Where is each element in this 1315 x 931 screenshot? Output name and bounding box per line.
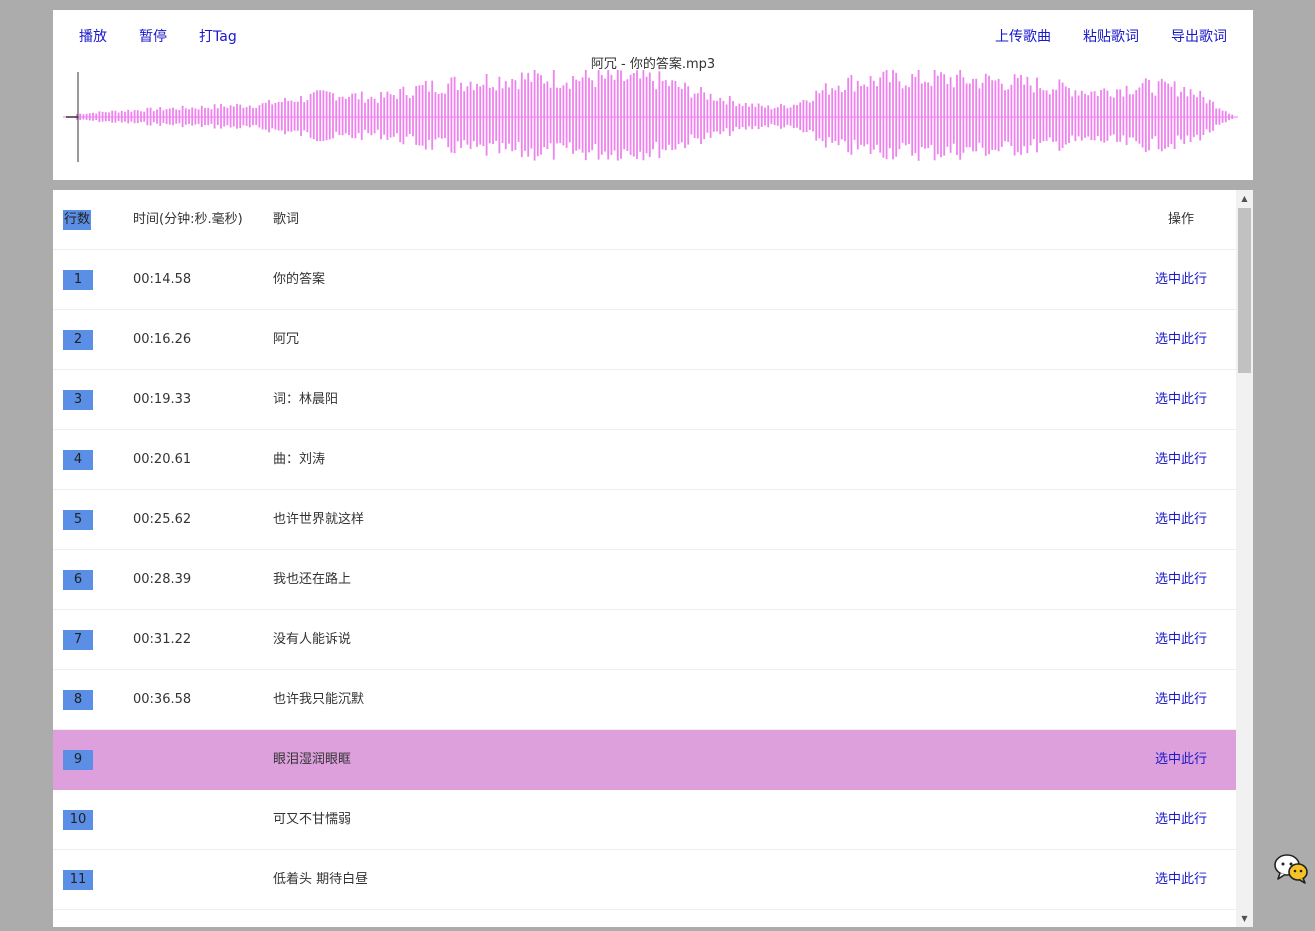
row-lyric: 也许我只能沉默	[273, 692, 365, 707]
row-number-badge: 11	[63, 869, 93, 890]
scroll-up-arrow-icon[interactable]: ▲	[1236, 190, 1253, 207]
scroll-down-arrow-icon[interactable]: ▼	[1236, 910, 1253, 927]
row-lyric: 阿冗	[273, 332, 300, 347]
row-number-badge: 6	[63, 569, 93, 590]
header-time: 时间(分钟:秒.毫秒)	[133, 212, 243, 227]
row-number-badge: 4	[63, 449, 93, 470]
select-row-button[interactable]: 选中此行	[1155, 392, 1207, 407]
row-time: 00:28.39	[133, 572, 192, 587]
row-lyric: 没有人能诉说	[273, 632, 352, 647]
row-time: 00:19.33	[133, 392, 192, 407]
waveform[interactable]	[63, 70, 1238, 165]
table-row[interactable]: 9 眼泪湿润眼眶 选中此行	[53, 730, 1236, 790]
table-row[interactable]: 7 00:31.22 没有人能诉说 选中此行	[53, 610, 1236, 670]
row-number-badge: 9	[63, 749, 93, 770]
table-row[interactable]: 4 00:20.61 曲：刘涛 选中此行	[53, 430, 1236, 490]
table-row[interactable]: 1 00:14.58 你的答案 选中此行	[53, 250, 1236, 310]
row-lyric: 我也还在路上	[273, 572, 352, 587]
row-time: 00:16.26	[133, 332, 192, 347]
select-row-button[interactable]: 选中此行	[1155, 512, 1207, 527]
export-lyrics-button[interactable]: 导出歌词	[1171, 26, 1227, 46]
table-row[interactable]: 2 00:16.26 阿冗 选中此行	[53, 310, 1236, 370]
tag-button[interactable]: 打Tag	[199, 26, 237, 46]
row-number-badge: 7	[63, 629, 93, 650]
scroll-thumb[interactable]	[1238, 208, 1251, 373]
row-number-badge: 5	[63, 509, 93, 530]
lyrics-panel: 行数 时间(分钟:秒.毫秒) 歌词 操作 1 00:14.58 你的答案 选中此行 2 0…	[53, 190, 1253, 927]
row-lyric: 可又不甘懦弱	[273, 812, 352, 827]
select-row-button[interactable]: 选中此行	[1155, 452, 1207, 467]
table-row[interactable]: 3 00:19.33 词：林晨阳 选中此行	[53, 370, 1236, 430]
row-lyric: 词：林晨阳	[273, 392, 339, 407]
row-lyric: 眼泪湿润眼眶	[273, 752, 352, 767]
select-row-button[interactable]: 选中此行	[1155, 872, 1207, 887]
row-time: 00:14.58	[133, 272, 192, 287]
player-panel: 播放 暂停 打Tag 上传歌曲 粘贴歌词 导出歌词 阿冗 - 你的答案.mp3	[53, 10, 1253, 180]
row-time: 00:20.61	[133, 452, 192, 467]
table-header: 行数 时间(分钟:秒.毫秒) 歌词 操作	[53, 190, 1236, 250]
select-row-button[interactable]: 选中此行	[1155, 572, 1207, 587]
table-row[interactable]: 10 可又不甘懦弱 选中此行	[53, 790, 1236, 850]
select-row-button[interactable]: 选中此行	[1155, 692, 1207, 707]
row-number-badge: 1	[63, 269, 93, 290]
row-time: 00:25.62	[133, 512, 192, 527]
table-row[interactable]: 5 00:25.62 也许世界就这样 选中此行	[53, 490, 1236, 550]
vertical-scrollbar[interactable]: ▲ ▼	[1236, 190, 1253, 927]
header-num: 行数	[63, 209, 92, 230]
select-row-button[interactable]: 选中此行	[1155, 812, 1207, 827]
table-row[interactable]: 11 低着头 期待白昼 选中此行	[53, 850, 1236, 910]
row-time: 00:31.22	[133, 632, 192, 647]
toolbar-left: 播放 暂停 打Tag	[79, 26, 269, 46]
row-number-badge: 2	[63, 329, 93, 350]
select-row-button[interactable]: 选中此行	[1155, 632, 1207, 647]
play-button[interactable]: 播放	[79, 26, 107, 46]
table-row[interactable]: 6 00:28.39 我也还在路上 选中此行	[53, 550, 1236, 610]
header-op: 操作	[1167, 212, 1194, 227]
lyrics-table: 行数 时间(分钟:秒.毫秒) 歌词 操作 1 00:14.58 你的答案 选中此行 2 0…	[53, 190, 1236, 927]
row-lyric: 也许世界就这样	[273, 512, 365, 527]
select-row-button[interactable]: 选中此行	[1155, 332, 1207, 347]
header-lyric: 歌词	[273, 212, 300, 227]
toolbar-right: 上传歌曲 粘贴歌词 导出歌词	[963, 26, 1227, 46]
row-lyric: 低着头 期待白昼	[273, 872, 369, 887]
table-row[interactable]: 8 00:36.58 也许我只能沉默 选中此行	[53, 670, 1236, 730]
row-number-badge: 3	[63, 389, 93, 410]
row-lyric: 曲：刘涛	[273, 452, 326, 467]
row-number-badge: 8	[63, 689, 93, 710]
wechat-chat-icon[interactable]	[1274, 852, 1310, 884]
paste-lyrics-button[interactable]: 粘贴歌词	[1083, 26, 1139, 46]
upload-song-button[interactable]: 上传歌曲	[995, 26, 1051, 46]
select-row-button[interactable]: 选中此行	[1155, 752, 1207, 767]
row-lyric: 你的答案	[273, 272, 326, 287]
pause-button[interactable]: 暂停	[139, 26, 167, 46]
row-time: 00:36.58	[133, 692, 192, 707]
row-number-badge: 10	[63, 809, 93, 830]
select-row-button[interactable]: 选中此行	[1155, 272, 1207, 287]
waveform-bars	[76, 70, 1234, 161]
